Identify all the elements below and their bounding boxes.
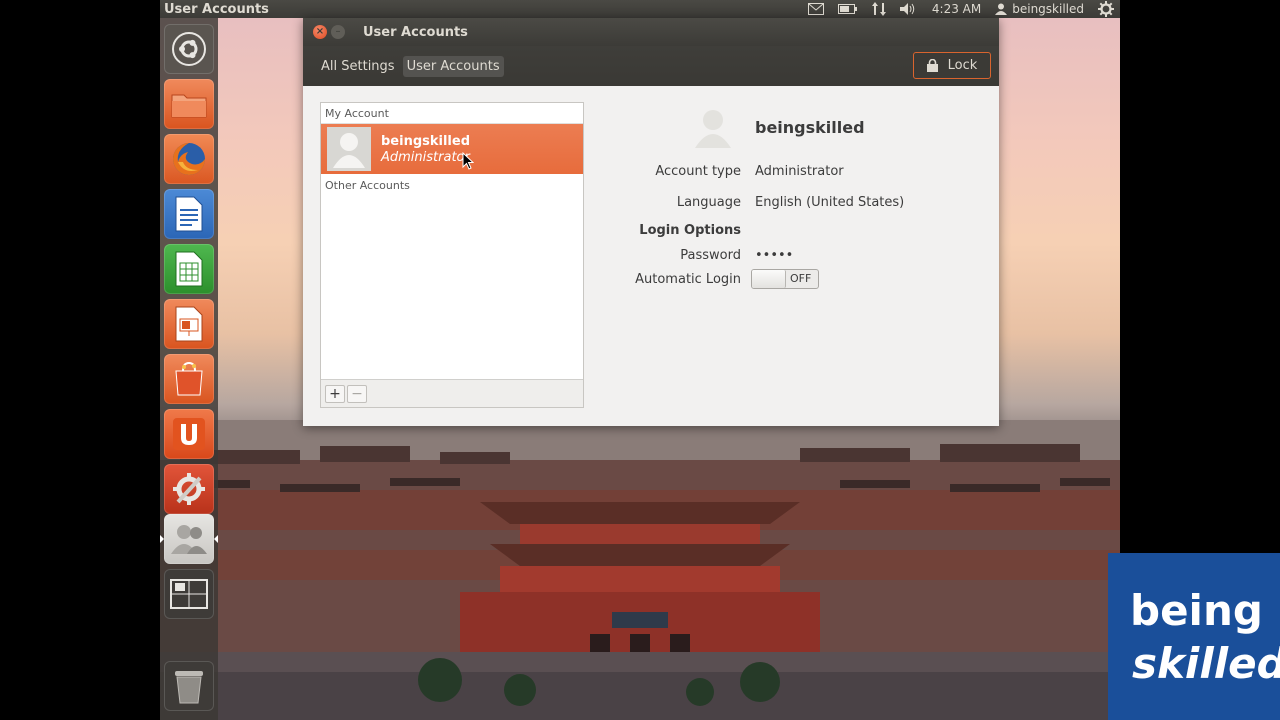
user-avatar-icon[interactable] [693, 108, 733, 148]
lock-button[interactable]: Lock [913, 52, 991, 79]
window-titlebar[interactable]: × – User Accounts [303, 18, 999, 46]
ubuntu-one-icon[interactable] [164, 409, 214, 459]
user-menu[interactable]: beingskilled [995, 0, 1084, 18]
user-icon [995, 3, 1008, 15]
password-label: Password [680, 248, 741, 263]
software-center-icon[interactable] [164, 354, 214, 404]
account-name: beingskilled [381, 133, 471, 149]
password-value[interactable]: ••••• [755, 248, 793, 263]
language-value[interactable]: English (United States) [755, 195, 904, 210]
breadcrumb-all-settings[interactable]: All Settings [317, 56, 399, 77]
account-type-value[interactable]: Administrator [755, 164, 844, 179]
automatic-login-switch[interactable]: OFF [751, 269, 819, 289]
avatar [327, 127, 371, 171]
clock[interactable]: 4:23 AM [932, 0, 981, 18]
switch-knob [752, 270, 786, 288]
firefox-icon[interactable] [164, 134, 214, 184]
volume-icon[interactable] [899, 0, 918, 18]
workspace-switcher-icon[interactable] [164, 569, 214, 619]
language-row: Language English (United States) [603, 195, 1023, 215]
brand-logo: being skilled [1108, 553, 1280, 720]
user-full-name[interactable]: beingskilled [755, 118, 865, 137]
window-content: My Account beingskilled Administrator Ot… [303, 86, 999, 426]
libreoffice-impress-icon[interactable] [164, 299, 214, 349]
focused-indicator [214, 535, 218, 543]
panel-app-title: User Accounts [164, 1, 269, 17]
system-settings-icon[interactable] [164, 464, 214, 514]
battery-icon[interactable] [837, 0, 858, 18]
account-type-row: Account type Administrator [603, 164, 1023, 184]
mouse-cursor-icon [462, 152, 474, 170]
lock-button-label: Lock [947, 58, 978, 73]
session-gear-icon[interactable] [1098, 0, 1114, 18]
window-toolbar: All Settings User Accounts Lock [303, 46, 999, 86]
other-accounts-header: Other Accounts [325, 179, 410, 192]
account-row-selected[interactable]: beingskilled Administrator [321, 124, 583, 174]
account-type: Administrator [381, 149, 470, 165]
password-row: Password ••••• [603, 248, 1023, 268]
remove-account-button[interactable]: − [347, 384, 367, 403]
add-account-button[interactable]: + [325, 384, 345, 403]
login-options-row: Login Options [603, 223, 1023, 243]
automatic-login-label: Automatic Login [635, 272, 741, 287]
account-list: My Account beingskilled Administrator Ot… [320, 102, 584, 408]
network-icon[interactable] [871, 0, 886, 18]
panel-username: beingskilled [1012, 2, 1084, 16]
account-type-label: Account type [655, 164, 741, 179]
window-title: User Accounts [363, 24, 468, 40]
home-folder-icon[interactable] [164, 79, 214, 129]
account-list-toolbar: + − [321, 379, 583, 407]
mail-icon[interactable] [807, 0, 824, 18]
libreoffice-calc-icon[interactable] [164, 244, 214, 294]
forbidden-city-wallpaper [160, 420, 1120, 720]
breadcrumb-user-accounts[interactable]: User Accounts [402, 55, 504, 77]
switch-state-label: OFF [790, 272, 812, 285]
window-minimize-button[interactable]: – [331, 25, 345, 39]
brand-line-1: being [1130, 586, 1263, 635]
trash-icon[interactable] [164, 661, 214, 711]
window-close-button[interactable]: × [313, 25, 327, 39]
user-accounts-window: × – User Accounts All Settings User Acco… [303, 18, 999, 426]
top-panel: User Accounts 4:23 AM beingskilled [160, 0, 1120, 18]
my-account-header: My Account [321, 103, 583, 124]
libreoffice-writer-icon[interactable] [164, 189, 214, 239]
automatic-login-row: Automatic Login OFF [603, 269, 1023, 292]
ubuntu-dash-icon[interactable] [164, 24, 214, 74]
brand-line-2: skilled [1132, 638, 1280, 688]
login-options-heading: Login Options [639, 223, 741, 238]
lock-icon [926, 59, 938, 72]
launcher [160, 18, 218, 720]
language-label: Language [676, 195, 741, 210]
user-accounts-icon[interactable] [164, 514, 214, 564]
